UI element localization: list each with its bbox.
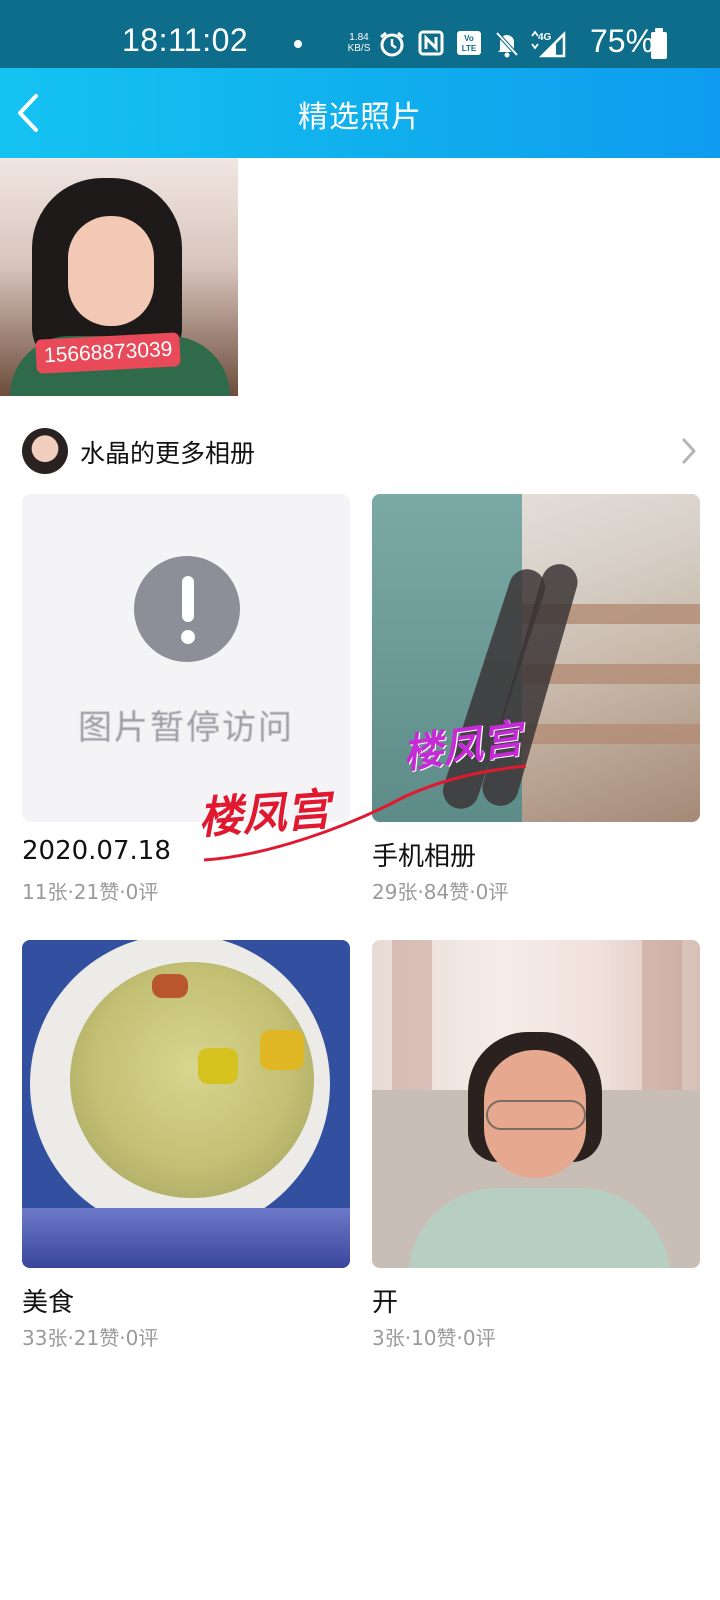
network-speed-unit: KB/S xyxy=(347,43,371,54)
cover-broth xyxy=(70,962,314,1198)
album-cover[interactable] xyxy=(372,940,700,1268)
album-meta: 11张·21赞·0评 xyxy=(22,880,159,904)
album-meta: 29张·84赞·0评 xyxy=(372,880,509,904)
status-time: 18:11:02 xyxy=(122,22,249,58)
network-speed-value: 1.84 xyxy=(349,32,369,43)
nfc-icon xyxy=(418,30,444,56)
watermark-text: 楼凤宫 xyxy=(196,784,332,845)
cover-food-piece xyxy=(198,1048,238,1084)
status-bar: 18:11:02 1.84 KB/S Vo LTE 4G 75% xyxy=(0,0,720,68)
floor-stripe xyxy=(522,724,700,744)
mute-icon xyxy=(495,31,519,58)
avatar[interactable] xyxy=(22,428,68,474)
nav-bar: 精选照片 xyxy=(0,68,720,158)
more-albums-header[interactable]: 水晶的更多相册 xyxy=(0,420,720,480)
photo-face xyxy=(68,216,154,326)
svg-text:LTE: LTE xyxy=(462,44,477,53)
svg-text:4G: 4G xyxy=(538,32,552,43)
album-name: 美食 xyxy=(22,1288,75,1318)
cover-tray xyxy=(22,1208,350,1268)
album-meta: 33张·21赞·0评 xyxy=(22,1326,159,1350)
album-name: 开 xyxy=(372,1288,399,1318)
network-speed: 1.84 KB/S xyxy=(344,32,374,54)
svg-text:Vo: Vo xyxy=(464,34,474,43)
battery-icon xyxy=(651,28,667,59)
volte-icon: Vo LTE xyxy=(457,31,481,55)
notification-dot-icon xyxy=(294,40,302,48)
more-albums-title: 水晶的更多相册 xyxy=(80,439,256,468)
album-name: 2020.07.18 xyxy=(22,836,171,866)
cover-glasses xyxy=(486,1100,586,1130)
page-title: 精选照片 xyxy=(298,100,422,135)
album-cover[interactable] xyxy=(22,940,350,1268)
cover-food-piece xyxy=(260,1030,304,1070)
battery-percent: 75% xyxy=(590,23,655,59)
cover-food-piece xyxy=(152,974,188,998)
signal-4g-icon: 4G xyxy=(531,30,566,58)
warning-icon xyxy=(134,556,240,662)
chevron-right-icon[interactable] xyxy=(680,436,698,466)
album-meta: 3张·10赞·0评 xyxy=(372,1326,496,1350)
alarm-icon xyxy=(380,31,404,57)
featured-photo[interactable]: 15668873039 xyxy=(0,158,238,396)
